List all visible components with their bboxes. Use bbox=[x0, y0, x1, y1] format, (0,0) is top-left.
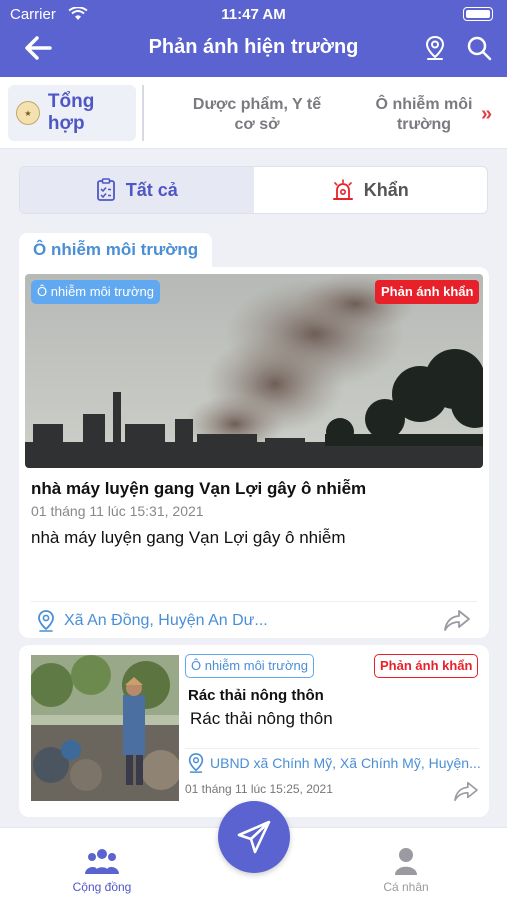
filter-segmented-control: Tất cả Khẩn bbox=[19, 166, 488, 214]
location-pin-icon bbox=[188, 753, 204, 773]
person-icon bbox=[395, 848, 417, 875]
category-tab-o-nhiem[interactable]: Ô nhiễm môi trường bbox=[362, 95, 486, 135]
category-tab-duoc-pham[interactable]: Dược phẩm, Y tế cơ sở bbox=[182, 95, 332, 135]
report-title: Rác thải nông thôn bbox=[188, 687, 324, 704]
category-tab-label: Tổng hợp bbox=[47, 91, 95, 134]
report-address[interactable]: UBND xã Chính Mỹ, Xã Chính Mỹ, Huyện... bbox=[210, 755, 482, 771]
send-icon bbox=[237, 820, 271, 854]
section-label: Ô nhiễm môi trường bbox=[19, 233, 213, 267]
report-description: nhà máy luyện gang Vạn Lợi gây ô nhiễm bbox=[31, 528, 346, 547]
search-icon[interactable] bbox=[465, 34, 493, 62]
category-tab-tong-hop[interactable]: ★ Tổng hợp bbox=[8, 85, 136, 141]
segment-urgent[interactable]: Khẩn bbox=[254, 167, 488, 213]
report-date: 01 tháng 11 lúc 15:31, 2021 bbox=[31, 503, 204, 519]
tab-personal[interactable]: Cá nhân bbox=[364, 846, 448, 894]
community-icon bbox=[85, 849, 119, 874]
share-icon[interactable] bbox=[443, 608, 471, 632]
emblem-logo-icon: ★ bbox=[16, 101, 40, 125]
create-report-button[interactable] bbox=[218, 801, 290, 873]
battery-icon bbox=[463, 7, 493, 21]
status-bar: Carrier 11:47 AM bbox=[10, 6, 497, 23]
nav-bar: Phản ánh hiện trường bbox=[0, 28, 507, 68]
card-divider bbox=[185, 748, 479, 749]
report-description: Rác thải nông thôn bbox=[190, 709, 333, 728]
status-time: 11:47 AM bbox=[221, 6, 286, 23]
report-card[interactable]: Ô nhiễm môi trường Phản ánh khẩn Rác thả… bbox=[19, 645, 489, 817]
segment-urgent-label: Khẩn bbox=[363, 179, 409, 200]
segment-all[interactable]: Tất cả bbox=[20, 167, 254, 213]
category-tag: Ô nhiễm môi trường bbox=[185, 654, 314, 678]
category-tag: Ô nhiễm môi trường bbox=[31, 280, 160, 304]
category-bar: ★ Tổng hợp Dược phẩm, Y tế cơ sở Ô nhiễm… bbox=[0, 77, 507, 149]
urgent-badge: Phản ánh khẩn bbox=[374, 654, 479, 678]
card-divider bbox=[31, 601, 477, 602]
siren-icon bbox=[332, 179, 353, 200]
segment-all-label: Tất cả bbox=[125, 179, 178, 200]
report-card[interactable]: Ô nhiễm môi trường Phản ánh khẩn nhà máy… bbox=[19, 267, 489, 638]
report-thumbnail bbox=[31, 655, 179, 801]
tab-personal-label: Cá nhân bbox=[383, 880, 429, 894]
app-header: Carrier 11:47 AM Phản ánh hiện trường bbox=[0, 0, 507, 77]
tab-community[interactable]: Cộng đồng bbox=[60, 846, 144, 894]
category-divider bbox=[142, 85, 144, 141]
report-date: 01 tháng 11 lúc 15:25, 2021 bbox=[185, 782, 333, 796]
urgent-badge: Phản ánh khẩn bbox=[375, 280, 480, 304]
report-title: nhà máy luyện gang Vạn Lợi gây ô nhiễm bbox=[31, 479, 367, 498]
clipboard-check-icon bbox=[96, 178, 115, 201]
double-chevron-right-icon[interactable]: » bbox=[481, 103, 492, 126]
map-pin-icon[interactable] bbox=[422, 34, 448, 62]
report-address[interactable]: Xã An Đồng, Huyện An Dư... bbox=[64, 612, 268, 630]
tab-community-label: Cộng đồng bbox=[72, 880, 132, 894]
share-icon[interactable] bbox=[453, 780, 479, 802]
location-pin-icon bbox=[38, 610, 54, 632]
